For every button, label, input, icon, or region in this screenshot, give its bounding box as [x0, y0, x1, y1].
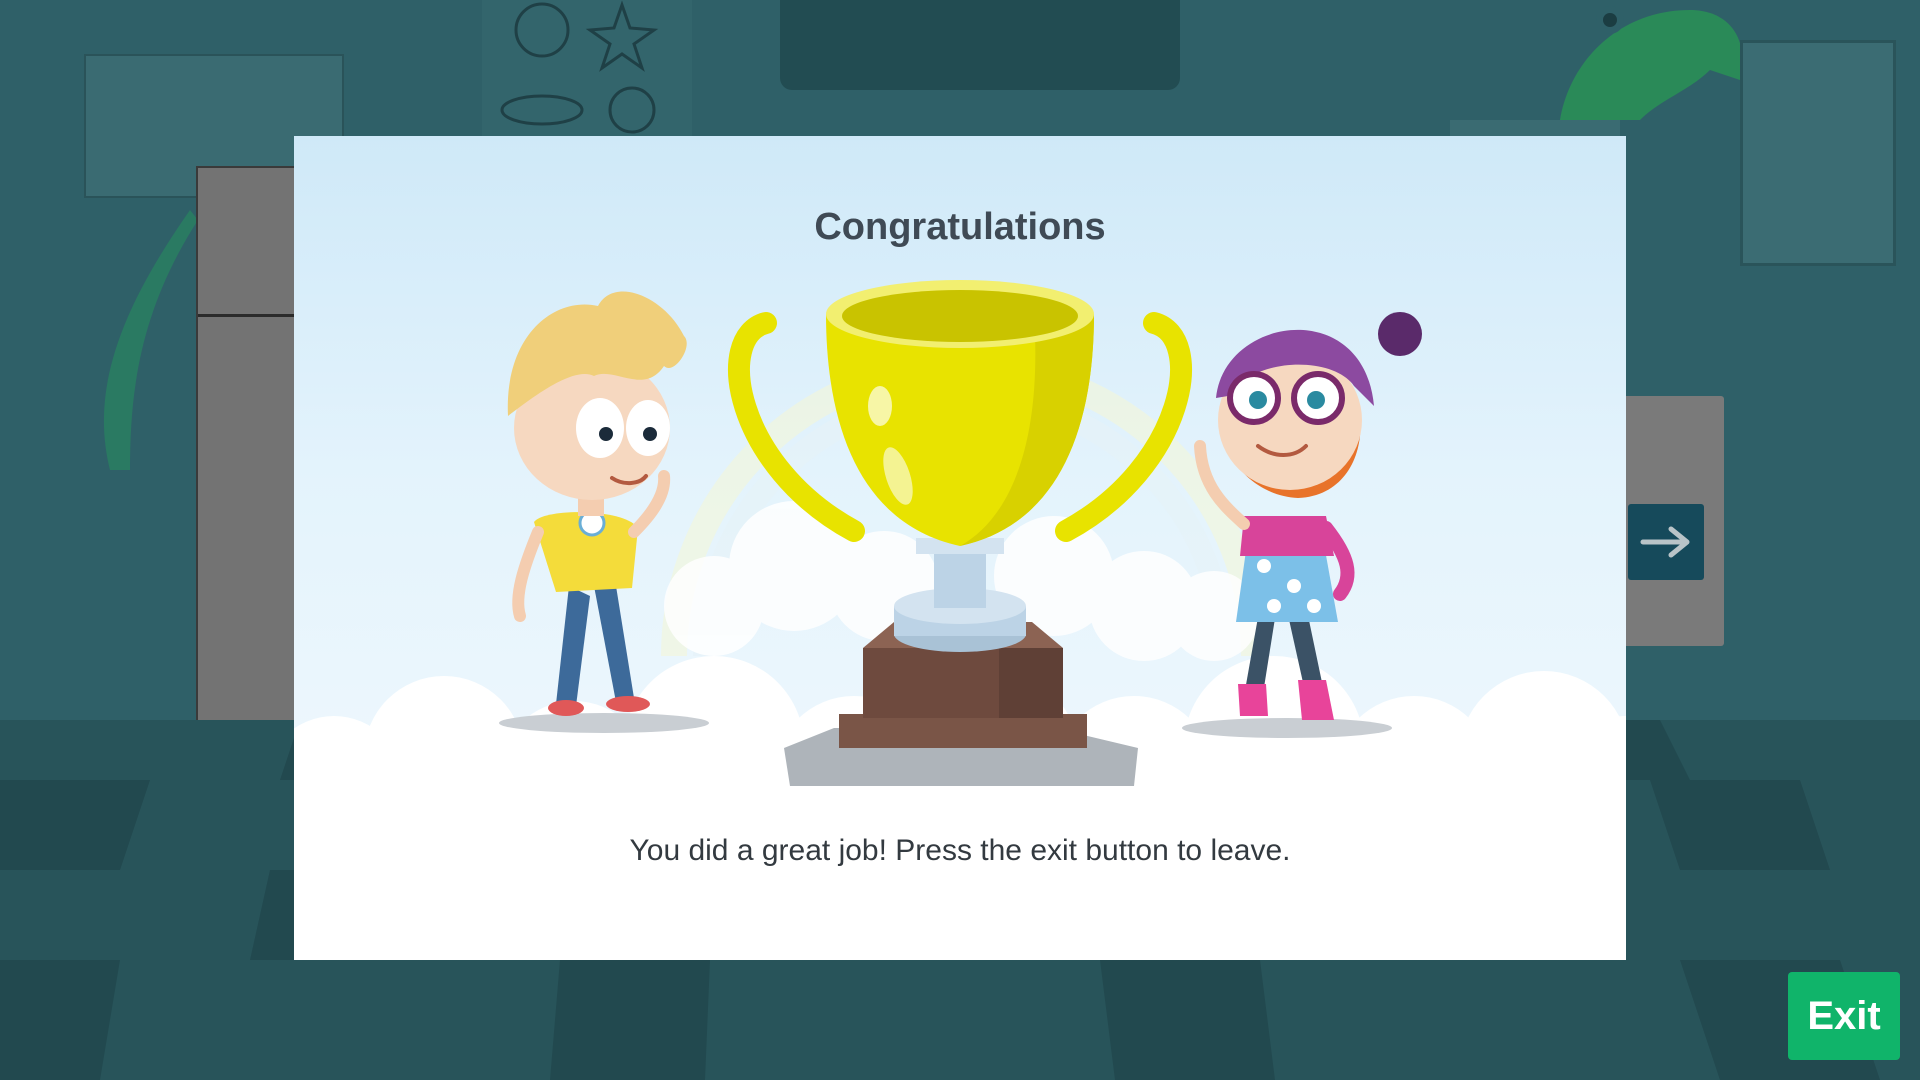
exit-button[interactable]: Exit — [1788, 972, 1900, 1060]
game-screen: Congratulations You did a great job! Pre… — [0, 0, 1920, 1080]
arrow-right-icon — [1640, 526, 1690, 558]
boy-character — [507, 291, 687, 716]
dialog-title: Congratulations — [814, 206, 1106, 248]
dialog-message: You did a great job! Press the exit butt… — [629, 834, 1291, 867]
congratulations-dialog: Congratulations You did a great job! Pre… — [294, 136, 1626, 960]
classroom-window — [780, 0, 1180, 90]
girl-character — [1194, 312, 1422, 720]
plant-decoration — [103, 210, 198, 470]
space-poster — [482, 0, 692, 140]
next-button[interactable] — [1628, 504, 1704, 580]
dinosaur-decoration — [1560, 6, 1743, 120]
picture-frame — [1740, 40, 1896, 266]
